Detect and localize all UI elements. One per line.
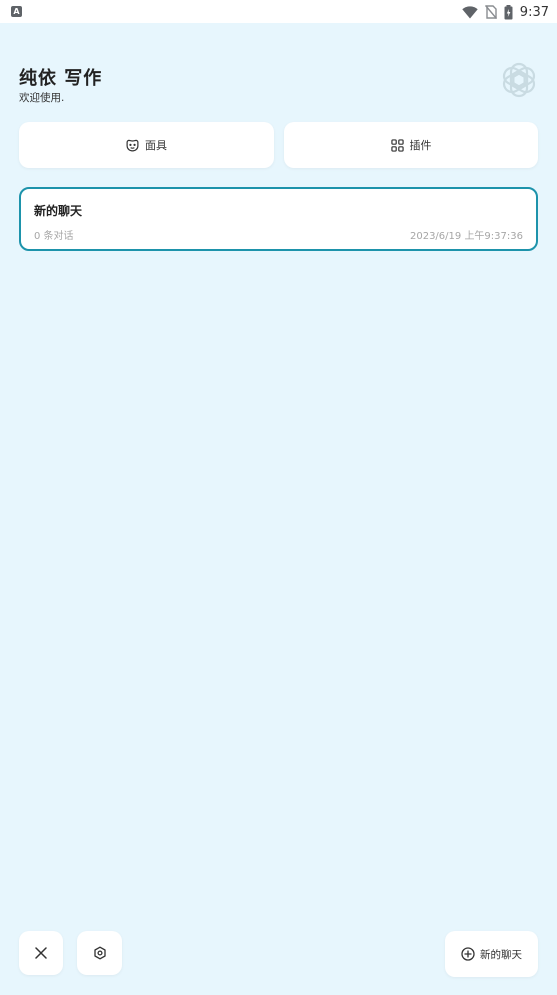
chat-title: 新的聊天	[34, 204, 83, 218]
plugin-button-label: 插件	[409, 139, 432, 152]
chat-timestamp: 2023/6/19 上午9:37:36	[409, 231, 523, 242]
mask-button[interactable]: 面具	[19, 122, 274, 168]
battery-icon	[504, 4, 513, 19]
openai-logo-icon	[502, 62, 536, 98]
plugin-button[interactable]: 插件	[284, 122, 538, 168]
chat-message-count: 0 条对话	[34, 231, 74, 242]
chat-list-item[interactable]: 新的聊天 0 条对话 2023/6/19 上午9:37:36	[19, 187, 538, 251]
mask-face-icon	[126, 139, 139, 151]
app-title: 纯依 写作	[19, 68, 103, 89]
close-icon	[35, 947, 47, 959]
grid-plugin-icon	[390, 138, 404, 152]
new-chat-button[interactable]: 新的聊天	[445, 931, 538, 977]
clock-time: 9:37	[519, 4, 549, 20]
close-button[interactable]	[19, 931, 63, 975]
settings-button[interactable]	[77, 931, 122, 975]
wifi-icon	[462, 5, 478, 18]
no-sim-icon	[484, 5, 497, 19]
add-circle-icon	[461, 947, 475, 961]
status-bar-right: 9:37	[462, 2, 549, 22]
mask-button-label: 面具	[145, 139, 167, 152]
notification-icon: A	[11, 6, 22, 17]
settings-icon	[93, 946, 106, 960]
status-bar: A 9:37	[0, 0, 557, 23]
app-subtitle: 欢迎使用.	[19, 92, 65, 104]
new-chat-button-label: 新的聊天	[480, 948, 522, 961]
